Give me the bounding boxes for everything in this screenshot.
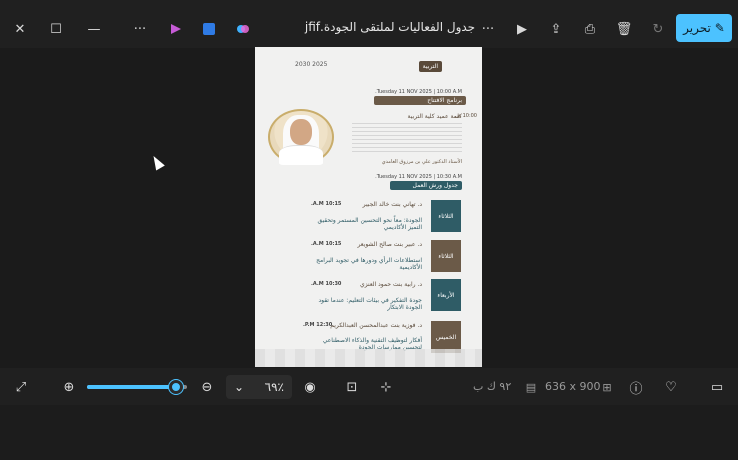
more-options-icon[interactable]: ··· bbox=[128, 18, 152, 40]
print-icon[interactable]: ⎙ bbox=[578, 18, 602, 40]
slideshow-icon[interactable]: ▶ bbox=[510, 18, 534, 40]
day-card: الثلاثاء bbox=[431, 240, 461, 272]
session-speaker: د. عبير بنت صالح الشويعر bbox=[357, 241, 422, 248]
title-bar: ✕ ☐ — ··· جدول الفعاليات لملتقى الجودة.j… bbox=[0, 8, 738, 48]
designer-app-icon[interactable] bbox=[164, 18, 188, 40]
close-icon[interactable]: ✕ bbox=[8, 18, 32, 40]
more-actions-icon[interactable]: ··· bbox=[476, 18, 500, 40]
dean-text-block bbox=[352, 123, 462, 153]
fullscreen-icon[interactable]: ⤢ bbox=[12, 378, 30, 396]
favorite-heart-icon[interactable]: ♡ bbox=[662, 378, 680, 396]
image-dimensions: 636 x 900 bbox=[545, 380, 601, 393]
opening-band: برنامج الافتتاح bbox=[374, 96, 466, 105]
session-time: 10:15 A.M. bbox=[311, 241, 342, 247]
edit-icon: ✎ bbox=[714, 21, 725, 35]
workshops-date: Tuesday 11 NOV 2025 | 10:30 A.M. bbox=[375, 174, 462, 180]
session-time: 10:15 A.M. bbox=[311, 201, 342, 207]
opening-date: Tuesday 11 NOV 2025 | 10:00 A.M. bbox=[375, 89, 462, 95]
info-icon[interactable]: ⓘ bbox=[627, 378, 645, 397]
crop-frame-icon[interactable]: ⊹ bbox=[377, 378, 395, 396]
edit-label: تحرير bbox=[683, 21, 711, 35]
zoom-value: ٦٩٪ bbox=[264, 380, 284, 394]
session-time: 10:30 A.M. bbox=[311, 281, 342, 287]
dean-portrait bbox=[268, 109, 334, 165]
opening-time: 10:00 ص bbox=[454, 113, 477, 119]
session-speaker: د. فوزية بنت عبدالمحسن العبدالكريم bbox=[330, 322, 422, 329]
zoom-slider[interactable] bbox=[87, 380, 187, 394]
zoom-in-icon[interactable]: ⊕ bbox=[60, 378, 78, 396]
minimize-icon[interactable]: — bbox=[82, 18, 106, 40]
dean-word: كلمة عميد كلية التربية bbox=[407, 113, 462, 120]
maximize-icon[interactable]: ☐ bbox=[44, 18, 68, 40]
session-title: استطلاعات الرأي ودورها في تجويد البرامج … bbox=[316, 257, 422, 271]
session-speaker: د. رابية بنت حمود العنزي bbox=[360, 281, 422, 288]
filmstrip-icon[interactable]: ▭ bbox=[708, 378, 726, 396]
decorative-pattern bbox=[255, 349, 482, 367]
session-speaker: د. تهاني بنت خالد الجبير bbox=[362, 201, 422, 208]
rotate-icon[interactable]: ↻ bbox=[646, 18, 670, 40]
copilot-icon[interactable] bbox=[231, 18, 255, 40]
clipchamp-icon[interactable] bbox=[197, 18, 221, 40]
visual-search-icon[interactable]: ◉ bbox=[301, 378, 319, 396]
session-time: 12:30 P.M. bbox=[303, 322, 333, 328]
faculty-badge: التربية bbox=[418, 61, 442, 72]
window-title: جدول الفعاليات لملتقى الجودة.jfif bbox=[304, 20, 476, 34]
image-size-icon: ⊞ bbox=[602, 380, 612, 394]
session-title: جودة التفكير في بيئات التعليم: عندما تقو… bbox=[318, 297, 422, 311]
logo-row: 2030 2025 bbox=[295, 61, 328, 68]
session-title: الجودة: معاً نحو التحسين المستمر وتحقيق … bbox=[317, 217, 422, 231]
storage-icon: ▤ bbox=[525, 380, 537, 394]
zoom-out-icon[interactable]: ⊖ bbox=[198, 378, 216, 396]
day-card: الثلاثاء bbox=[431, 200, 461, 232]
zoom-dropdown[interactable]: ⌄ ٦٩٪ bbox=[226, 375, 292, 399]
file-size: ٩٢ ك ب bbox=[473, 380, 512, 393]
zoom-slider-handle[interactable] bbox=[169, 380, 183, 394]
event-poster-image: 2030 2025 التربية Tuesday 11 NOV 2025 | … bbox=[255, 47, 482, 367]
delete-icon[interactable]: 🗑 bbox=[612, 18, 636, 40]
day-card: الأربعاء bbox=[431, 279, 461, 311]
bottom-toolbar: ⤢ ⊕ ⊖ ⌄ ٦٩٪ ◉ ⊡ ⊹ ٩٢ ك ب ▤ 636 x 900 ⊞ ⓘ… bbox=[0, 368, 738, 405]
workshops-band: جدول ورش العمل bbox=[390, 181, 462, 190]
chevron-down-icon: ⌄ bbox=[234, 380, 245, 394]
text-recognition-icon[interactable]: ⊡ bbox=[343, 378, 361, 396]
share-icon[interactable]: ⇪ bbox=[544, 18, 568, 40]
edit-button[interactable]: تحرير ✎ bbox=[676, 14, 732, 42]
photos-window: ✕ ☐ — ··· جدول الفعاليات لملتقى الجودة.j… bbox=[0, 0, 738, 405]
dean-name: الأستاذ الدكتور علي بن مرزوق الغامدي bbox=[381, 159, 462, 165]
